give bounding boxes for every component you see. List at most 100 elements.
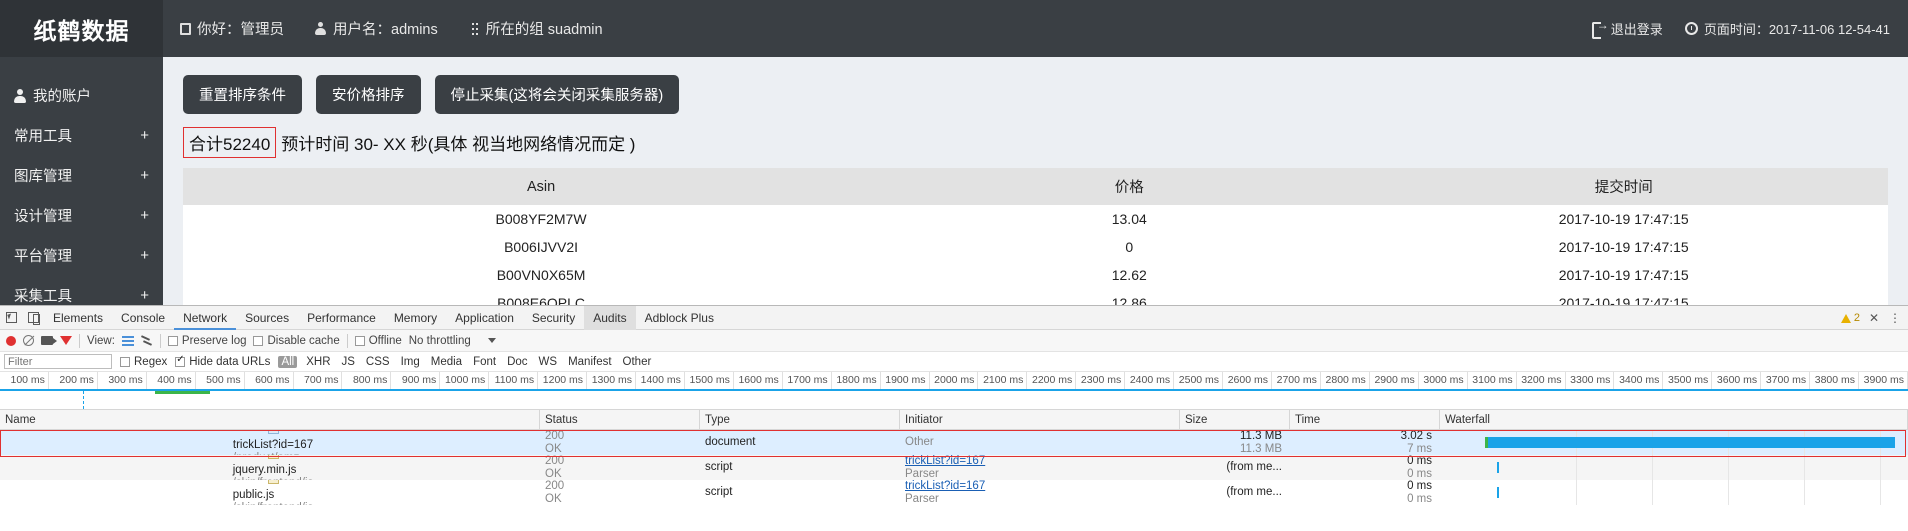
sidebar-item-my-account[interactable]: 我的账户 [0,75,163,115]
overview-tick: 3800 ms [1810,372,1860,389]
column-header-asin[interactable]: Asin [183,168,900,205]
checkbox-icon [253,335,264,346]
logout-button[interactable]: 退出登录 [1591,18,1663,39]
expand-plus-icon[interactable]: + [140,207,149,224]
filter-input[interactable] [4,354,112,369]
network-request-row[interactable]: trickList?id=167/product/amz200OKdocumen… [0,430,1908,455]
network-column-header-status[interactable]: Status [540,409,700,430]
brand-logo[interactable]: 纸鹤数据 [0,0,163,57]
devtools-tab-adblock-plus[interactable]: Adblock Plus [636,306,723,330]
preserve-log-checkbox[interactable]: Preserve log [167,335,246,347]
topnav-item-group[interactable]: 所在的组 suadmin [468,18,603,39]
offline-checkbox[interactable]: Offline [354,335,402,347]
disable-cache-label: Disable cache [267,334,340,347]
js-file-icon [267,455,279,459]
request-waterfall-cell[interactable] [1440,480,1908,505]
more-options-icon[interactable]: ⋮ [1889,311,1902,325]
request-time-cell-primary: 0 ms [1407,480,1432,492]
table-row[interactable]: B008YF2M7W 13.04 2017-10-19 17:47:15 [183,205,1888,233]
request-name-cell[interactable]: trickList?id=167/product/amz [0,430,540,455]
filter-type-font[interactable]: Font [471,356,498,368]
waterfall-gridline [1880,480,1881,505]
throttling-select[interactable]: No throttling [409,335,471,347]
request-waterfall-cell[interactable] [1440,455,1908,480]
sort-by-price-button[interactable]: 安价格排序 [316,75,421,114]
chevron-down-icon[interactable] [487,338,496,343]
filter-type-manifest[interactable]: Manifest [566,356,613,368]
request-size-cell-primary: (from me... [1226,461,1282,474]
cell-asin: B008YF2M7W [495,211,587,227]
stop-collection-button[interactable]: 停止采集(这将会关闭采集服务器) [434,75,680,114]
checkbox-checked-icon [175,354,186,367]
filter-type-img[interactable]: Img [399,356,422,368]
waterfall-gridline [1728,455,1729,480]
filter-type-doc[interactable]: Doc [505,356,529,368]
overview-tick: 3900 ms [1859,372,1908,389]
filter-type-media[interactable]: Media [429,356,464,368]
request-name-cell[interactable]: jquery.min.js/skin/frontend/js [0,455,540,480]
topnav-item-greeting[interactable]: 你好：管理员 [180,18,284,39]
table-row[interactable]: B00VN0X65M 12.62 2017-10-19 17:47:15 [183,261,1888,289]
filter-type-other[interactable]: Other [621,356,654,368]
network-column-header-initiator[interactable]: Initiator [900,409,1180,430]
request-name-cell[interactable]: public.js/skin/frontend/js [0,480,540,505]
device-toolbar-button[interactable] [22,306,44,330]
filter-type-js[interactable]: JS [340,356,357,368]
filter-type-ws[interactable]: WS [537,356,560,368]
hide-data-urls-checkbox[interactable]: Hide data URLs [175,354,270,368]
network-overview-timeline[interactable]: 100 ms 200 ms 300 ms 400 ms 500 ms 600 ms 700 … [0,372,1908,410]
table-row[interactable]: B006IJVV2I 0 2017-10-19 17:47:15 [183,233,1888,261]
network-column-header-name[interactable]: Name [0,409,540,430]
expand-plus-icon[interactable]: + [140,127,149,144]
devtools-tab-performance[interactable]: Performance [298,306,385,330]
devtools-tab-console[interactable]: Console [112,306,174,330]
list-view-icon[interactable] [121,335,134,346]
column-header-submit-time[interactable]: 提交时间 [1359,168,1888,205]
regex-label: Regex [134,355,168,368]
network-column-header-waterfall[interactable]: Waterfall [1440,409,1908,430]
column-header-price[interactable]: 价格 [899,168,1360,205]
screenshot-camera-icon[interactable] [41,336,57,345]
sidebar-item-collection-tools[interactable]: 采集工具 + [0,275,163,305]
devtools-tab-elements[interactable]: Elements [44,306,112,330]
sidebar-item-platform-management[interactable]: 平台管理 + [0,235,163,275]
network-request-row[interactable]: public.js/skin/frontend/js200OKscripttri… [0,480,1908,505]
expand-plus-icon[interactable]: + [140,247,149,264]
devtools-tab-security[interactable]: Security [523,306,584,330]
table-row[interactable]: B008E6OPLC 12.86 2017-10-19 17:47:15 [183,289,1888,305]
sidebar-item-common-tools[interactable]: 常用工具 + [0,115,163,155]
filter-type-css[interactable]: CSS [364,356,392,368]
devtools-tab-network[interactable]: Network [174,306,237,330]
network-column-header-time[interactable]: Time [1290,409,1440,430]
filter-type-xhr[interactable]: XHR [304,356,332,368]
devtools-tab-memory[interactable]: Memory [385,306,446,330]
inspect-element-button[interactable] [0,306,22,330]
devtools-tab-audits[interactable]: Audits [584,306,636,330]
filter-funnel-icon[interactable] [60,336,72,345]
overview-tick: 600 ms [245,372,294,389]
reset-sort-button[interactable]: 重置排序条件 [183,75,302,114]
network-column-header-type[interactable]: Type [700,409,900,430]
expand-plus-icon[interactable]: + [140,287,149,304]
waterfall-bar[interactable] [1497,462,1500,473]
sidebar-item-design-management[interactable]: 设计管理 + [0,195,163,235]
topnav-item-username[interactable]: 用户名：admins [314,18,438,39]
devtools-tab-sources[interactable]: Sources [236,306,298,330]
expand-plus-icon[interactable]: + [140,167,149,184]
filter-type-all[interactable]: All [278,355,298,368]
waterfall-bar[interactable] [1497,487,1500,498]
warning-badge[interactable]: 2 [1840,312,1860,324]
disable-cache-checkbox[interactable]: Disable cache [253,334,340,347]
network-column-header-size[interactable]: Size [1180,409,1290,430]
devtools-tab-application[interactable]: Application [446,306,523,330]
waterfall-view-icon[interactable] [141,336,153,346]
close-devtools-icon[interactable]: ✕ [1869,311,1880,325]
network-request-row[interactable]: jquery.min.js/skin/frontend/js200OKscrip… [0,455,1908,480]
request-waterfall-cell[interactable] [1440,430,1908,455]
regex-checkbox[interactable]: Regex [120,356,167,368]
clear-button-icon[interactable] [23,335,34,346]
sidebar-item-gallery-management[interactable]: 图库管理 + [0,155,163,195]
record-button-icon[interactable] [6,335,16,346]
waterfall-bar[interactable] [1485,437,1895,448]
request-time-cell: 3.02 s7 ms [1290,430,1440,455]
